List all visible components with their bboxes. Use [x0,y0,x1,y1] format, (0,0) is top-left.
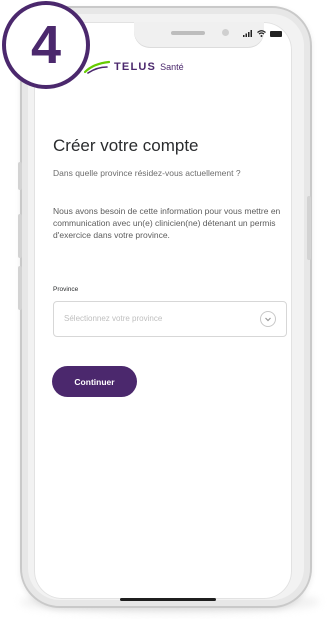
status-bar-icons [243,30,282,37]
signal-icon [243,30,252,37]
side-button-volume-down [18,266,22,310]
brand-name: TELUS [114,61,157,73]
side-button-power [307,196,311,260]
province-field-label: Province [53,286,79,293]
telus-sante-logo: TELUS Santé [84,60,184,74]
front-camera [222,29,229,36]
speaker-grille [171,31,205,35]
province-question: Dans quelle province résidez-vous actuel… [53,168,241,178]
province-select[interactable]: Sélectionnez votre province [53,301,287,337]
home-indicator[interactable] [120,598,216,601]
side-button-mute [18,162,22,190]
province-explanation: Nous avons besoin de cette information p… [53,206,281,240]
step-number: 4 [30,15,62,75]
wifi-icon [257,30,266,37]
side-button-volume-up [18,214,22,258]
chevron-down-icon [260,311,276,327]
telus-logo-mark-icon [84,60,110,74]
province-select-placeholder: Sélectionnez votre province [64,314,163,323]
battery-icon [270,30,282,37]
page-title: Créer votre compte [53,136,199,155]
step-number-badge: 4 [2,1,90,89]
brand-suffix: Santé [160,62,184,72]
continue-button[interactable]: Continuer [52,366,137,397]
